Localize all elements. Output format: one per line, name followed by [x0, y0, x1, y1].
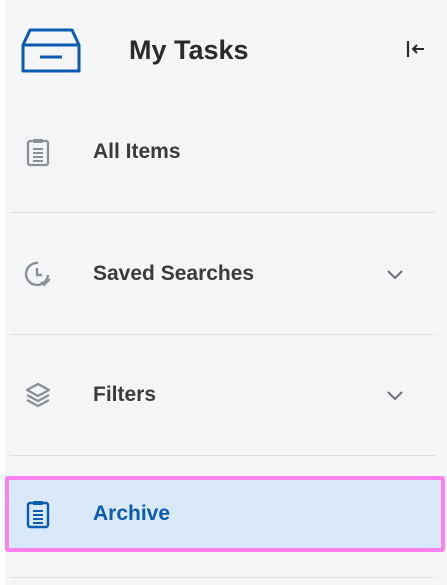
layers-icon: [25, 382, 51, 408]
clipboard-icon: [26, 139, 50, 167]
sidebar-item-label: Filters: [93, 383, 157, 406]
chevron-down-icon[interactable]: [385, 264, 405, 284]
divider: [10, 212, 435, 213]
inbox-tray-icon: [21, 28, 81, 73]
sidebar-item-filters[interactable]: Filters: [5, 335, 447, 455]
sidebar-item-label: Archive: [93, 502, 171, 525]
divider: [10, 577, 435, 578]
sidebar-item-all-items[interactable]: All Items: [5, 92, 447, 212]
collapse-sidebar-icon[interactable]: [405, 38, 427, 60]
clipboard-icon: [26, 501, 50, 529]
sidebar-panel: My Tasks All Items Saved Searches Filter…: [5, 0, 447, 585]
sidebar-header: My Tasks: [5, 0, 447, 100]
chevron-down-icon[interactable]: [385, 385, 405, 405]
sidebar-item-archive[interactable]: Archive: [5, 476, 445, 552]
sidebar-item-saved-searches[interactable]: Saved Searches: [5, 214, 447, 334]
sidebar-item-label: Saved Searches: [93, 262, 255, 285]
sidebar-item-label: All Items: [93, 140, 181, 163]
clock-check-icon: [24, 261, 51, 287]
divider: [10, 455, 435, 456]
page-title: My Tasks: [129, 35, 249, 65]
